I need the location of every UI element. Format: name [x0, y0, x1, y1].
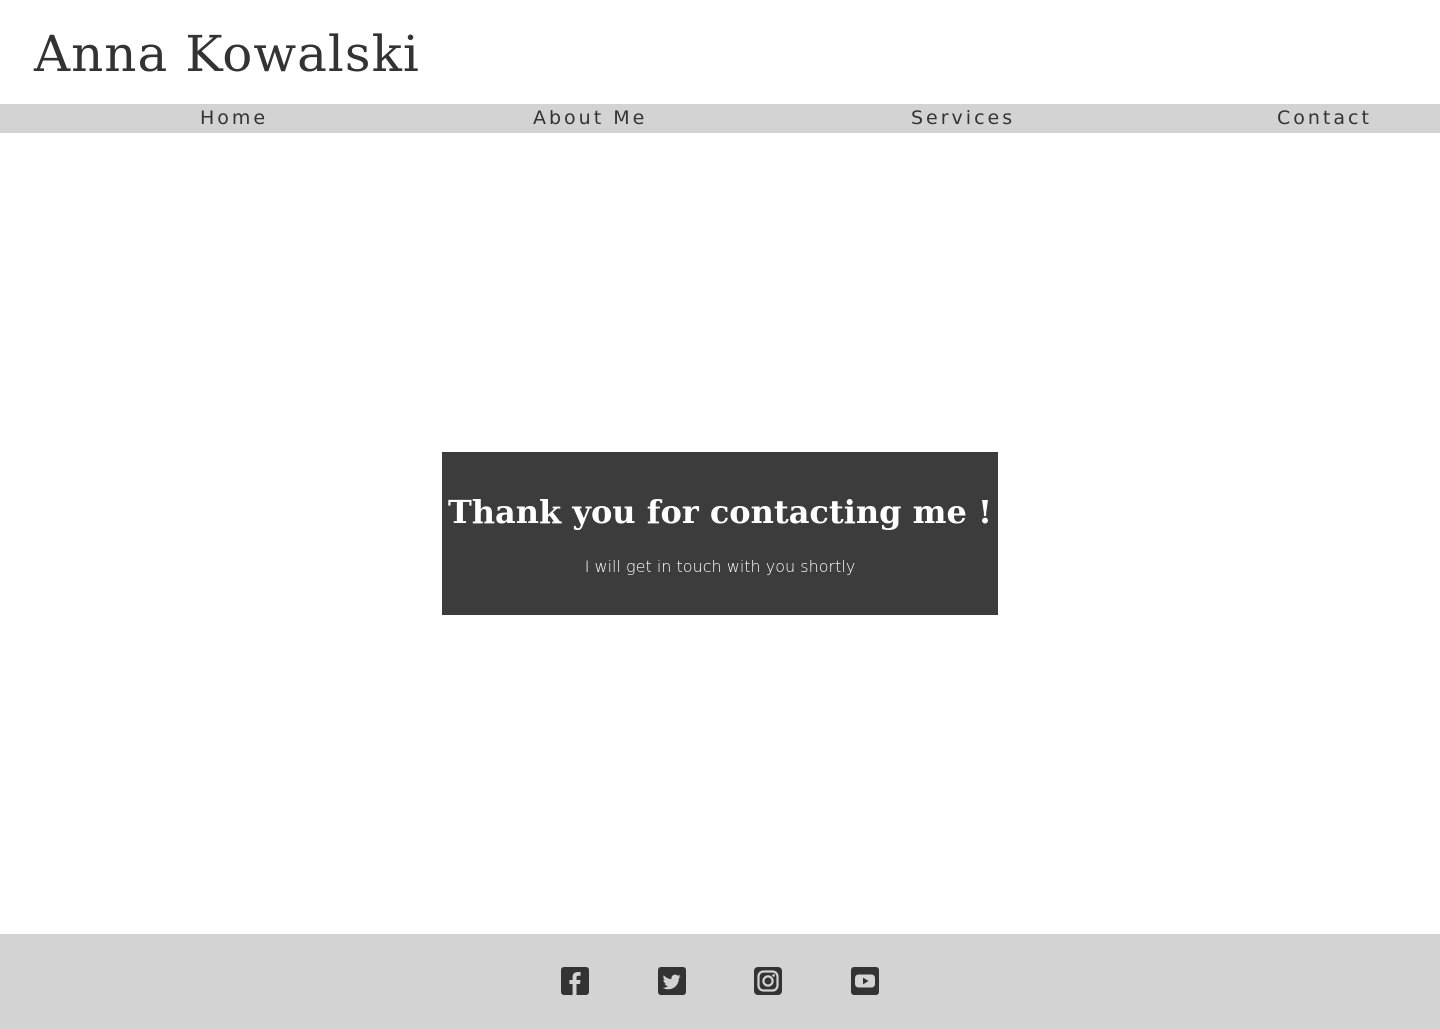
youtube-link[interactable] — [850, 966, 880, 996]
facebook-link[interactable] — [560, 966, 590, 996]
instagram-icon — [754, 967, 782, 995]
nav-link-contact[interactable]: Contact — [1277, 104, 1372, 133]
nav-bar: Home About Me Services Contact — [0, 104, 1440, 133]
site-title: Anna Kowalski — [34, 25, 420, 83]
nav-link-home[interactable]: Home — [200, 104, 268, 133]
nav-link-services[interactable]: Services — [911, 104, 1015, 133]
twitter-square-icon — [658, 967, 686, 995]
site-footer — [0, 934, 1440, 1029]
site-header: Anna Kowalski — [0, 0, 1440, 104]
confirmation-heading: Thank you for contacting me ! — [447, 493, 993, 531]
confirmation-card: Thank you for contacting me ! I will get… — [442, 452, 998, 615]
confirmation-message: I will get in touch with you shortly — [584, 557, 856, 576]
twitter-link[interactable] — [657, 966, 687, 996]
youtube-square-icon — [851, 967, 879, 995]
nav-link-about-me[interactable]: About Me — [533, 104, 647, 133]
instagram-link[interactable] — [753, 966, 783, 996]
facebook-square-icon — [561, 967, 589, 995]
